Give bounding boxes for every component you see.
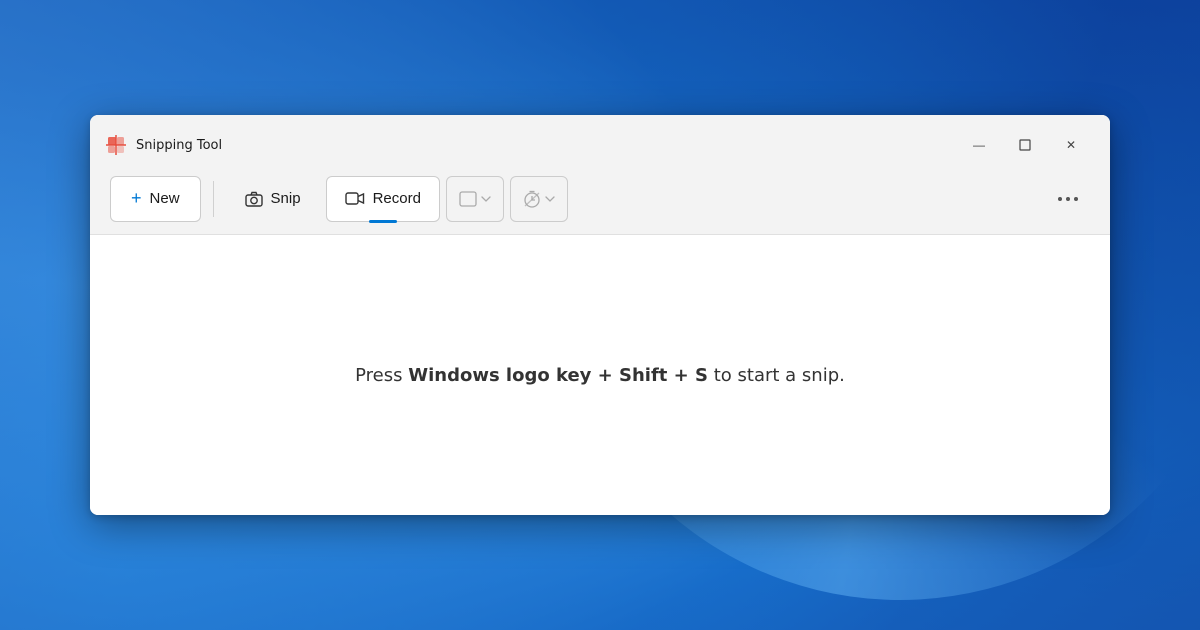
new-button[interactable]: + New [110,176,201,222]
toolbar-divider [213,181,214,217]
window-title: Snipping Tool [136,138,222,153]
new-button-label: New [150,190,180,207]
close-button[interactable]: ✕ [1048,129,1094,161]
chevron-down-icon [481,195,491,203]
more-icon [1058,196,1078,202]
shortcut-keys: Windows logo key + Shift + S [408,365,708,386]
snip-tab-label: Snip [271,190,301,207]
content-area: Press Windows logo key + Shift + S to st… [90,235,1110,515]
snipping-tool-window: Snipping Tool — ✕ + New [90,115,1110,515]
plus-icon: + [131,188,142,209]
camera-icon [245,191,263,207]
snip-tab[interactable]: Snip [226,176,320,222]
minimize-button[interactable]: — [956,129,1002,161]
timer-icon [523,190,541,208]
shape-dropdown[interactable] [446,176,504,222]
video-icon [345,191,365,206]
toolbar: + New Snip [90,163,1110,235]
maximize-button[interactable] [1002,129,1048,161]
chevron-down-icon-2 [545,195,555,203]
timer-dropdown[interactable] [510,176,568,222]
record-tab[interactable]: Record [326,176,440,222]
record-tab-label: Record [373,190,421,207]
title-bar-left: Snipping Tool [106,135,956,155]
active-tab-indicator [369,220,397,223]
title-bar: Snipping Tool — ✕ [90,115,1110,163]
app-icon [106,135,126,155]
more-options-button[interactable] [1046,176,1090,222]
title-controls: — ✕ [956,129,1094,161]
window-container: Snipping Tool — ✕ + New [90,115,1110,515]
hint-message: Press Windows logo key + Shift + S to st… [355,362,845,389]
